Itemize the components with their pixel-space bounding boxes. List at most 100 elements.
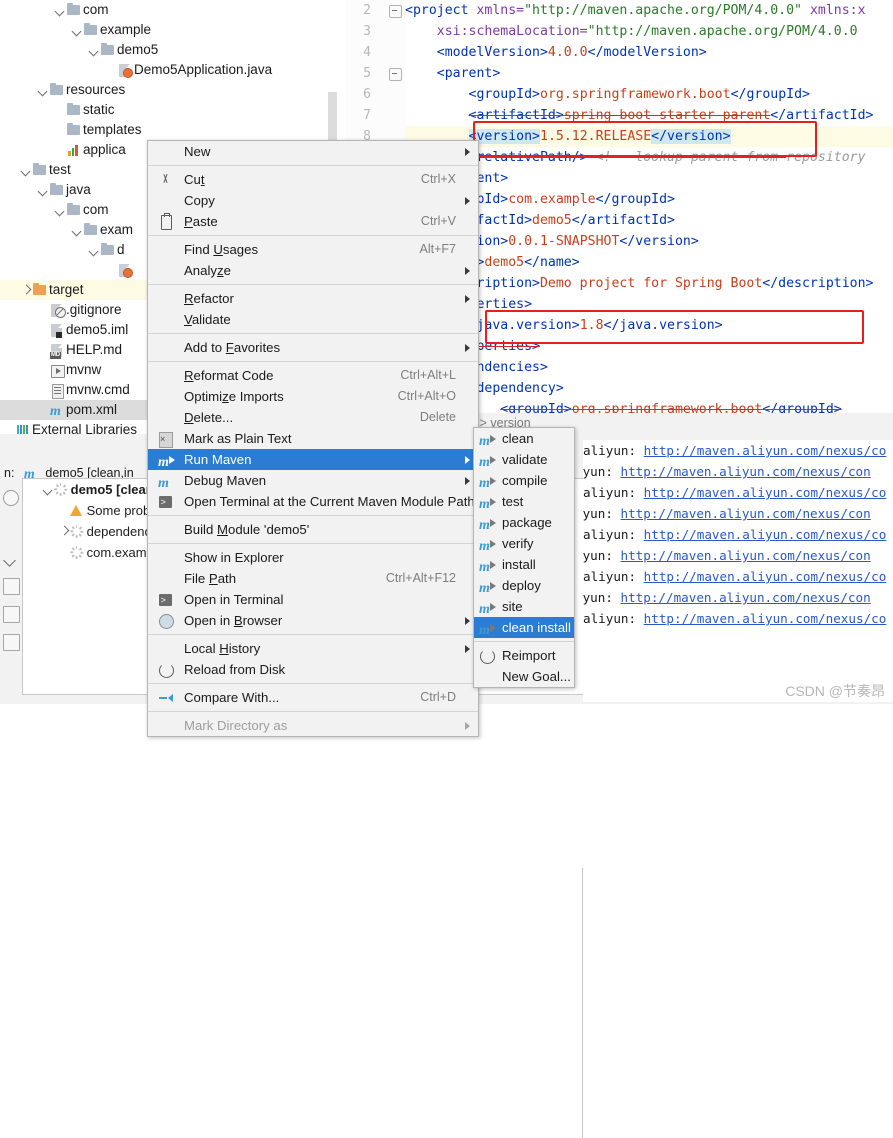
console-link[interactable]: http://maven.aliyun.com/nexus/con: [621, 590, 871, 605]
collapse-all-icon[interactable]: [3, 554, 16, 567]
menu-item-label: Debug Maven: [184, 473, 267, 488]
chevron-down-icon[interactable]: [89, 240, 100, 260]
menu-item-shortcut: Ctrl+Alt+O: [397, 389, 456, 403]
console-link[interactable]: http://maven.aliyun.com/nexus/co: [644, 569, 887, 584]
menu-item-run-maven[interactable]: m Run Maven: [148, 449, 478, 470]
menu-item-cut[interactable]: Cut Ctrl+X: [148, 169, 478, 190]
code-line[interactable]: <groupId>org.springframework.boot</group…: [405, 84, 873, 105]
tree-item-label: .gitignore: [66, 302, 122, 317]
java-file-icon: [117, 260, 134, 280]
menu-item-optimize-imports[interactable]: Optimize Imports Ctrl+Alt+O: [148, 386, 478, 407]
submenu-item-reimport[interactable]: Reimport: [474, 645, 574, 666]
chevron-down-icon[interactable]: [55, 0, 66, 20]
menu-item-analyze[interactable]: Analyze: [148, 260, 478, 281]
rerun-icon[interactable]: [3, 490, 19, 506]
menu-item-mark-as-plain-text[interactable]: Mark as Plain Text: [148, 428, 478, 450]
submenu-arrow-icon: [465, 148, 470, 156]
fold-collapse-icon[interactable]: [389, 5, 402, 18]
menu-item-build-module-demo5[interactable]: Build Module 'demo5': [148, 519, 478, 540]
chevron-right-icon[interactable]: [59, 521, 70, 541]
submenu-item-install[interactable]: m install: [474, 554, 574, 575]
submenu-item-validate[interactable]: m validate: [474, 449, 574, 470]
toggle-button-2[interactable]: [3, 606, 20, 623]
submenu-item-label: validate: [502, 452, 548, 467]
chevron-down-icon[interactable]: [72, 20, 83, 40]
menu-item-open-terminal-at-the-current-maven-module-path[interactable]: Open Terminal at the Current Maven Modul…: [148, 491, 478, 514]
run-panel-toolbar[interactable]: [0, 478, 21, 693]
console-output[interactable]: aliyun: http://maven.aliyun.com/nexus/co…: [583, 440, 893, 702]
console-link[interactable]: http://maven.aliyun.com/nexus/con: [621, 548, 871, 563]
chevron-down-icon[interactable]: [55, 200, 66, 220]
menu-item-delete[interactable]: Delete... Delete: [148, 407, 478, 428]
tree-item-static[interactable]: static: [0, 100, 345, 120]
console-link[interactable]: http://maven.aliyun.com/nexus/con: [621, 506, 871, 521]
menu-item-show-in-explorer[interactable]: Show in Explorer: [148, 547, 478, 568]
tree-item-com[interactable]: com: [0, 0, 345, 20]
menu-item-add-to-favorites[interactable]: Add to Favorites: [148, 337, 478, 358]
code-token: </name>: [524, 255, 580, 270]
menu-item-open-in-browser[interactable]: Open in Browser: [148, 610, 478, 631]
console-link[interactable]: http://maven.aliyun.com/nexus/con: [621, 464, 871, 479]
tree-item-demo5[interactable]: demo5: [0, 40, 345, 60]
code-line[interactable]: xsi:schemaLocation="http://maven.apache.…: [405, 21, 873, 42]
menu-item-validate[interactable]: Validate: [148, 309, 478, 330]
tree-item-example[interactable]: example: [0, 20, 345, 40]
code-line[interactable]: <project xmlns="http://maven.apache.org/…: [405, 0, 873, 21]
toggle-button-3[interactable]: [3, 634, 20, 651]
chevron-down-icon[interactable]: [72, 220, 83, 240]
menu-item-new[interactable]: New: [148, 141, 478, 162]
tree-item-templates[interactable]: templates: [0, 120, 345, 140]
maven-run-icon: m: [158, 452, 175, 470]
console-prefix: aliyun:: [583, 611, 644, 626]
code-line[interactable]: <artifactId>spring-boot-starter-parent</…: [405, 105, 874, 126]
submenu-item-clean-install[interactable]: m clean install: [474, 617, 574, 638]
submenu-item-test[interactable]: m test: [474, 491, 574, 512]
console-link[interactable]: http://maven.aliyun.com/nexus/co: [644, 443, 887, 458]
submenu-item-compile[interactable]: m compile: [474, 470, 574, 491]
chevron-down-icon[interactable]: [43, 479, 54, 499]
menu-item-file-path[interactable]: File Path Ctrl+Alt+F12: [148, 568, 478, 589]
submenu-item-deploy[interactable]: m deploy: [474, 575, 574, 596]
menu-item-compare-with[interactable]: Compare With... Ctrl+D: [148, 687, 478, 708]
maven-goal-icon: m: [479, 557, 496, 575]
menu-item-refactor[interactable]: Refactor: [148, 288, 478, 309]
submenu-item-clean[interactable]: m clean: [474, 428, 574, 449]
submenu-item-site[interactable]: m site: [474, 596, 574, 617]
console-link[interactable]: http://maven.aliyun.com/nexus/co: [644, 485, 887, 500]
menu-item-local-history[interactable]: Local History: [148, 638, 478, 659]
chevron-down-icon[interactable]: [89, 40, 100, 60]
code-line[interactable]: <parent>: [405, 63, 873, 84]
menu-item-copy[interactable]: Copy: [148, 190, 478, 211]
menu-item-open-in-terminal[interactable]: Open in Terminal: [148, 589, 478, 612]
console-link[interactable]: http://maven.aliyun.com/nexus/co: [644, 527, 887, 542]
folder-icon: [83, 220, 100, 240]
submenu-item-package[interactable]: m package: [474, 512, 574, 533]
menu-item-find-usages[interactable]: Find Usages Alt+F7: [148, 239, 478, 260]
run-maven-submenu[interactable]: m clean m validate m compile m test m package m ver…: [473, 427, 575, 688]
menu-item-reload-from-disk[interactable]: Reload from Disk: [148, 659, 478, 680]
menu-item-debug-maven[interactable]: m Debug Maven: [148, 470, 478, 491]
submenu-item-verify[interactable]: m verify: [474, 533, 574, 554]
chevron-right-icon[interactable]: [21, 280, 32, 300]
console-link[interactable]: http://maven.aliyun.com/nexus/co: [644, 611, 887, 626]
chevron-down-icon[interactable]: [38, 80, 49, 100]
chevron-down-icon[interactable]: [38, 180, 49, 200]
ignored-file-icon: [49, 300, 66, 320]
tree-item-label: mvnw.cmd: [66, 382, 130, 397]
fold-collapse-icon[interactable]: [389, 68, 402, 81]
code-token: <modelVersion>: [436, 45, 548, 60]
context-menu[interactable]: New Cut Ctrl+X Copy Paste Ctrl+V Find Usages Al…: [147, 140, 479, 737]
properties-file-icon: [66, 140, 83, 160]
toggle-button-1[interactable]: [3, 578, 20, 595]
menu-item-paste[interactable]: Paste Ctrl+V: [148, 211, 478, 232]
menu-item-reformat-code[interactable]: Reformat Code Ctrl+Alt+L: [148, 365, 478, 386]
code-line[interactable]: <modelVersion>4.0.0</modelVersion>: [405, 42, 873, 63]
chevron-down-icon[interactable]: [21, 160, 32, 180]
tree-item-resources[interactable]: resources: [0, 80, 345, 100]
code-token: <!-- lookup parent from: [587, 150, 787, 165]
tree-item-demo5application-java[interactable]: Demo5Application.java: [0, 60, 345, 80]
submenu-item-new-goal[interactable]: New Goal...: [474, 666, 574, 687]
menu-item-label: Open Terminal at the Current Maven Modul…: [184, 494, 475, 509]
